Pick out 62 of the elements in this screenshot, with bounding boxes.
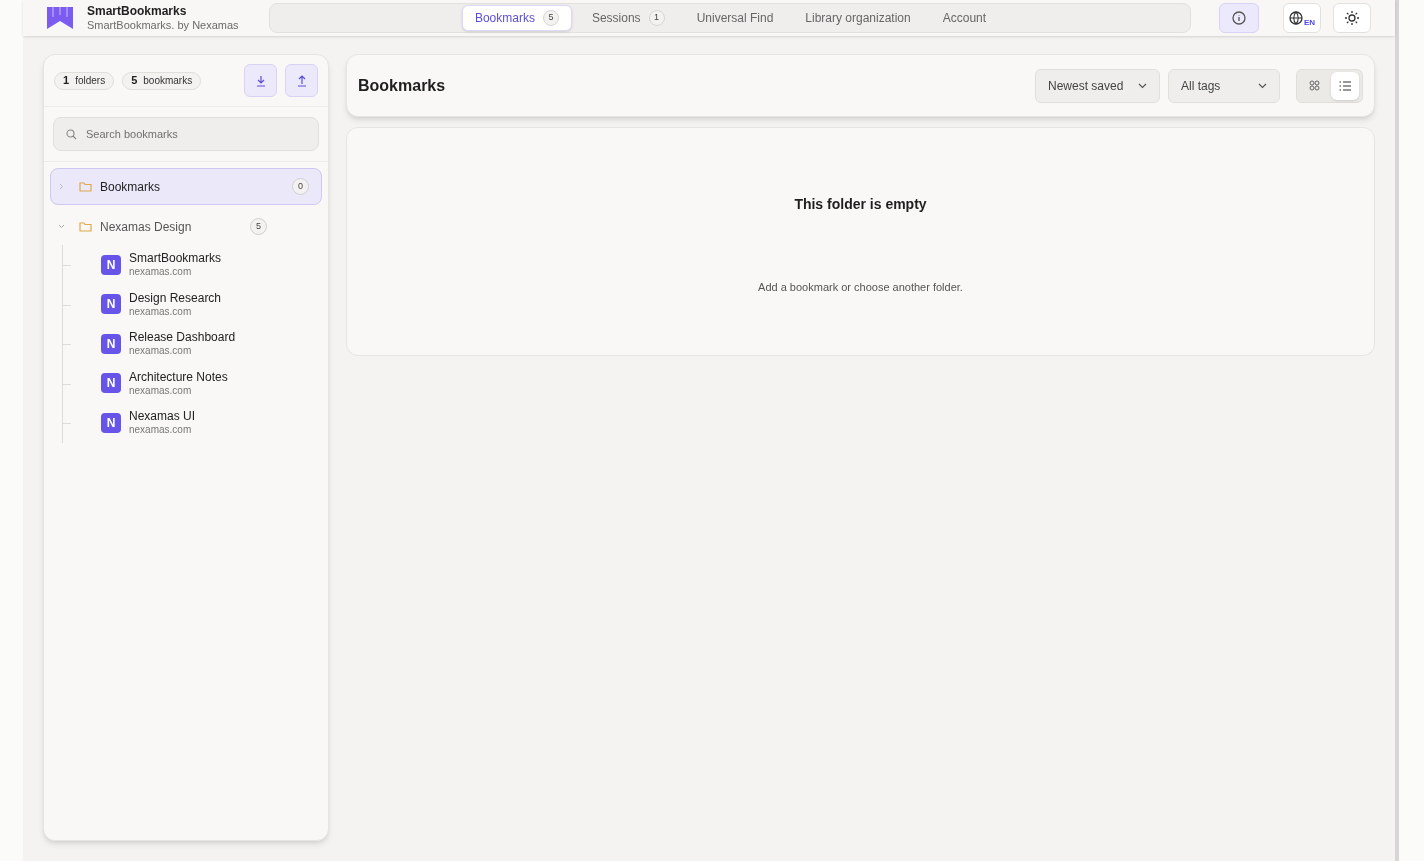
site-favicon: N [101,373,121,394]
bookmark-logo-icon [45,7,75,29]
tag-filter-dropdown[interactable]: All tags [1168,68,1280,103]
app-title: SmartBookmarks [87,5,188,17]
search-icon [66,129,77,140]
folder-icon [79,221,92,232]
stat-pill: 1 folders [54,71,115,90]
view-mode-button[interactable] [1331,71,1359,100]
nav-tab[interactable]: Bookmarks 5 [461,5,572,31]
download-icon [254,74,267,87]
import-button[interactable] [244,64,277,97]
empty-title: This folder is empty [794,195,927,214]
count-badge: 5 [542,10,559,26]
upload-icon [295,74,308,87]
export-button[interactable] [285,64,318,97]
nav-tab[interactable]: Universal Find [684,5,786,31]
theme-button[interactable] [1333,3,1371,33]
bookmark-domain: nexamas.com [129,305,193,318]
sort-dropdown[interactable]: Newest saved [1035,68,1160,103]
info-icon [1232,11,1246,25]
app-subtitle: SmartBookmarks. by Nexamas [87,20,240,31]
folder-item[interactable]: Nexamas Design 5 [50,208,322,245]
language-button[interactable]: EN [1283,3,1321,33]
site-favicon: N [101,412,121,433]
grid-icon [1308,80,1320,91]
count-badge: 5 [250,218,267,235]
chevron-down-icon[interactable] [58,223,65,230]
search-field[interactable]: Search bookmarks [53,117,319,151]
bookmark-title: Design Research [129,290,222,306]
bookmark-domain: nexamas.com [129,384,193,397]
site-favicon: N [101,254,121,275]
nav-tab[interactable]: Sessions 1 [579,5,677,31]
bookmark-domain: nexamas.com [129,345,193,358]
stat-pill: 5 bookmarks [122,71,202,90]
bookmark-domain: nexamas.com [129,266,193,279]
nav-tab[interactable]: Account [930,5,999,31]
sun-icon [1344,10,1360,26]
chevron-down-icon [1258,82,1267,89]
bookmark-item[interactable]: N SmartBookmarks nexamas.com [63,245,322,285]
count-badge: 0 [292,178,309,195]
bookmark-item[interactable]: N Architecture Notes nexamas.com [63,363,322,403]
chevron-down-icon [1138,82,1147,89]
empty-message: Add a bookmark or choose another folder. [758,280,963,295]
bookmark-title: SmartBookmarks [129,251,222,266]
count-badge: 1 [648,10,665,26]
bookmark-item[interactable]: N Design Research nexamas.com [63,284,322,324]
bookmark-title: Nexamas UI [129,409,196,424]
globe-icon [1288,11,1303,25]
list-icon [1339,80,1351,91]
info-button[interactable] [1219,3,1259,33]
chevron-right-icon[interactable] [58,183,65,190]
bookmark-domain: nexamas.com [129,424,193,437]
page-title: Bookmarks [358,75,447,96]
nav-tab[interactable]: Library organization [793,5,923,31]
bookmark-title: Release Dashboard [129,330,236,345]
folder-icon [79,181,92,192]
site-favicon: N [101,294,121,315]
site-favicon: N [101,333,121,354]
folder-item[interactable]: Bookmarks 0 [50,168,322,205]
bookmark-title: Architecture Notes [129,369,228,385]
bookmark-item[interactable]: N Release Dashboard nexamas.com [63,324,322,364]
bookmark-item[interactable]: N Nexamas UI nexamas.com [63,403,322,443]
